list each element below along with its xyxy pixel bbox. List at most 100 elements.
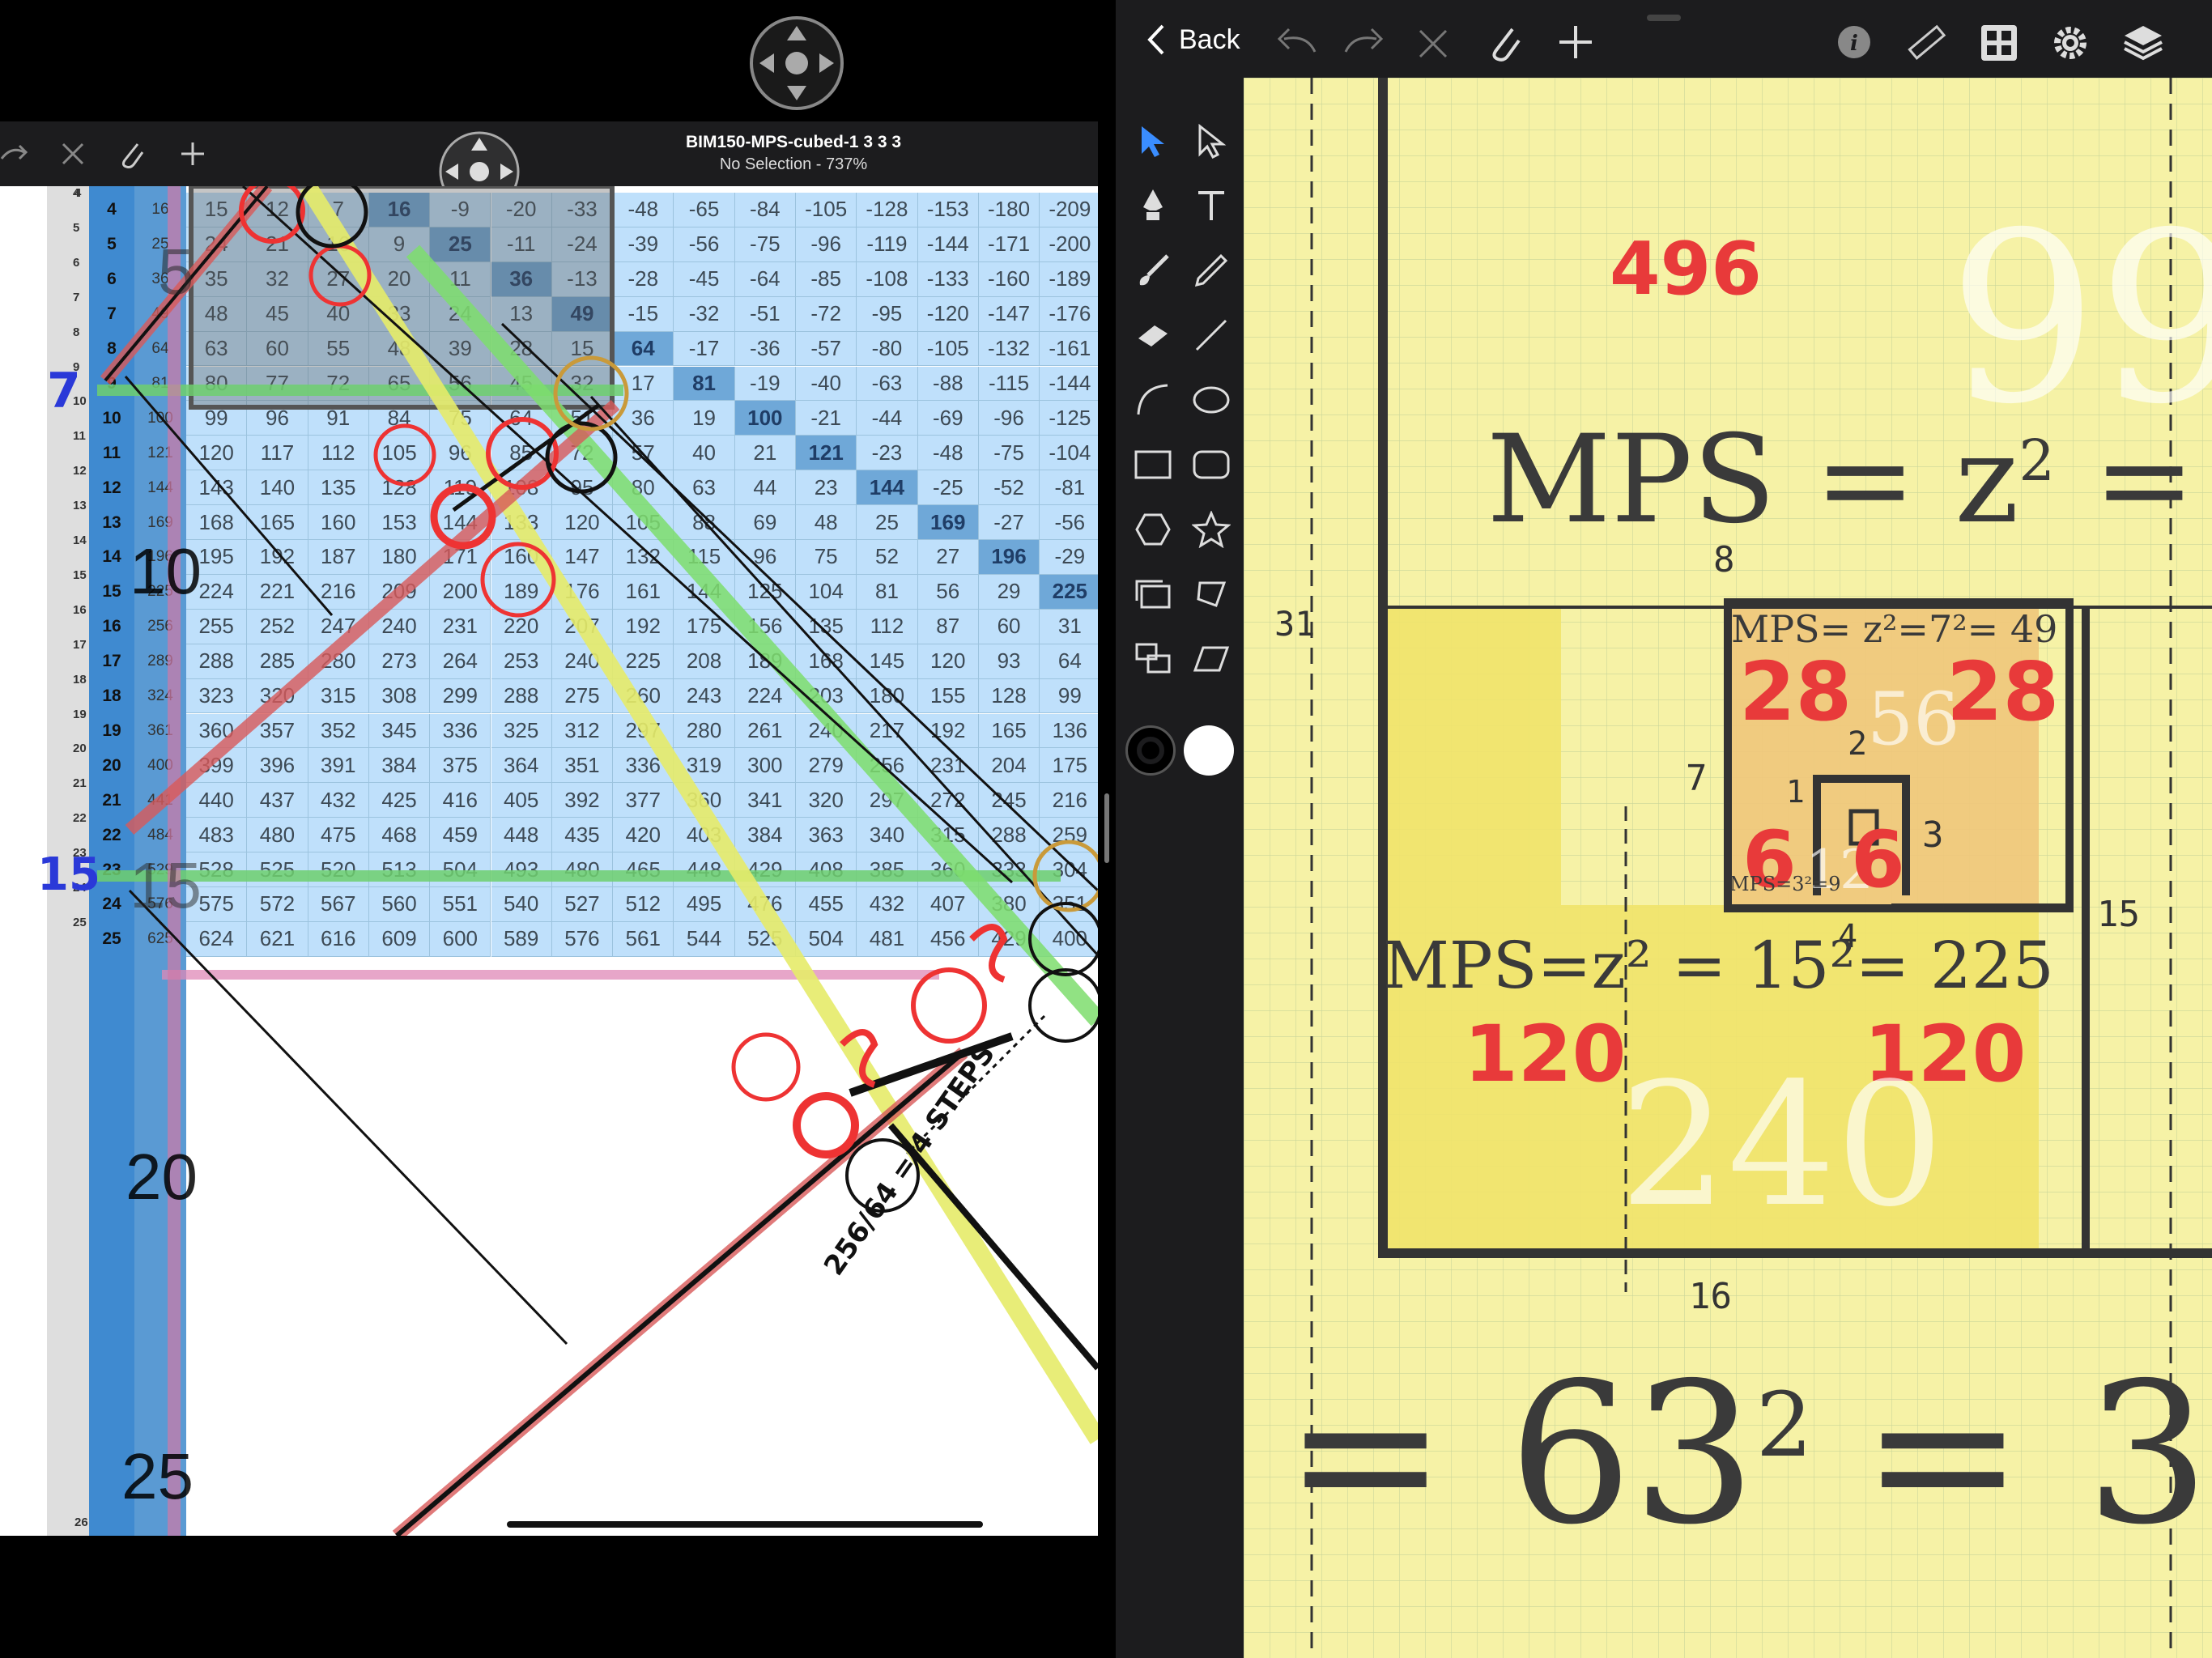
hand-31: 31	[1274, 604, 1316, 644]
lasso-icon	[1197, 581, 1227, 607]
ruler-icon[interactable]	[1906, 23, 1946, 63]
ellipse-tool[interactable]	[1185, 374, 1237, 426]
info-icon[interactable]: i	[1836, 24, 1872, 60]
tiny-mps-label: MPS=3²=9	[1729, 873, 1841, 895]
direct-select-icon	[1198, 123, 1227, 159]
arc-tool[interactable]	[1127, 374, 1179, 426]
red-circle	[480, 542, 556, 618]
red-circle	[793, 1092, 859, 1158]
eq-63-equation: = 632 = 3	[1284, 1341, 2210, 1567]
black-circle	[1028, 902, 1098, 976]
spreadsheet-grid[interactable]: 44161512716-9-20-33-48-65-84-105-128-153…	[0, 186, 1098, 1536]
ghost-240: 240	[1619, 1046, 1944, 1244]
stroke-inner	[1137, 737, 1164, 764]
eq-63-tail: = 3	[1861, 1341, 2210, 1567]
back-chevron-icon[interactable]	[1145, 23, 1166, 57]
hand-2: 2	[1848, 725, 1868, 763]
red-6-right: 6	[1851, 814, 1905, 905]
redo-icon[interactable]	[1342, 24, 1388, 57]
eraser-icon	[1138, 325, 1168, 346]
handwritten-15: 15	[37, 848, 100, 901]
direct-select-tool[interactable]	[1185, 115, 1237, 167]
rectangle-tool[interactable]	[1127, 439, 1179, 491]
pen-tool[interactable]	[1127, 180, 1179, 232]
split-divider[interactable]	[1098, 0, 1116, 1658]
mps-15-equation: MPS=z² = 15²= 225	[1383, 928, 2054, 1003]
star-icon	[1192, 511, 1231, 548]
drawing-canvas[interactable]: 992 496 MPS = z2 = 3 8 31 MPS= z²=7²= 49…	[1244, 78, 2212, 1658]
image-tool[interactable]	[1127, 568, 1179, 620]
home-indicator[interactable]	[507, 1521, 983, 1528]
rectangle-icon	[1134, 450, 1172, 479]
line-tool[interactable]	[1185, 309, 1237, 361]
left-app-window: BIM150-MPS-cubed-1 3 3 3 No Selection - …	[0, 0, 1098, 1658]
red-120-left: 120	[1464, 1009, 1627, 1099]
star-tool[interactable]	[1185, 504, 1237, 555]
arc-icon	[1137, 384, 1168, 415]
hand-8: 8	[1713, 539, 1735, 580]
text-tool[interactable]	[1185, 180, 1237, 232]
close-icon[interactable]	[1417, 28, 1449, 60]
split-handle[interactable]	[1104, 793, 1109, 863]
right-app-window: Back i 99 496 MPS = z2 = 8 31 MPS= z²=7²…	[1116, 0, 2212, 1658]
big-row-mark: 15	[130, 849, 202, 921]
shape-combine-tool[interactable]	[1127, 633, 1179, 685]
move-handle-icon[interactable]	[748, 15, 845, 112]
add-icon[interactable]	[178, 139, 207, 168]
grid-layout-icon[interactable]	[1979, 23, 2019, 63]
red-496: 496	[1610, 227, 1762, 312]
hand-16: 16	[1689, 1276, 1732, 1317]
stroke-color-swatch[interactable]	[1125, 725, 1176, 776]
layers-icon[interactable]	[2121, 23, 2165, 63]
undo-icon[interactable]	[1273, 24, 1318, 57]
multitask-dots[interactable]	[1647, 15, 1681, 21]
lasso-tool[interactable]	[1185, 568, 1237, 620]
yellow-diagonal	[300, 186, 1098, 1444]
red-28-right: 28	[1946, 644, 2060, 739]
paperclip-icon[interactable]	[1487, 23, 1524, 63]
hand-1: 1	[1786, 774, 1805, 810]
black-line-c	[128, 889, 568, 1346]
red-scribble-2	[969, 924, 1008, 983]
mps-equation: MPS = z2 = 3	[1487, 410, 2212, 551]
eraser-tool[interactable]	[1127, 309, 1179, 361]
image-stack-icon	[1135, 580, 1171, 609]
close-icon[interactable]	[58, 139, 87, 168]
red-circle	[373, 423, 436, 487]
paperclip-icon[interactable]	[115, 136, 147, 172]
brush-icon	[1139, 254, 1169, 286]
black-line-h	[500, 322, 1098, 892]
skew-tool[interactable]	[1185, 633, 1237, 685]
tool-sidebar	[1116, 78, 1244, 1658]
rounded-rect-icon	[1193, 450, 1230, 479]
big-row-mark: 25	[121, 1440, 194, 1512]
left-toolbar: BIM150-MPS-cubed-1 3 3 3 No Selection - …	[0, 121, 1098, 212]
combine-shapes-icon	[1135, 643, 1171, 674]
select-tool[interactable]	[1127, 115, 1179, 167]
selection-status: No Selection - 737%	[719, 155, 868, 173]
brush-tool[interactable]	[1127, 244, 1179, 296]
pencil-tool[interactable]	[1185, 244, 1237, 296]
rounded-rect-tool[interactable]	[1185, 439, 1237, 491]
add-icon[interactable]	[1558, 24, 1593, 60]
eq-63-text: = 63	[1284, 1341, 1756, 1567]
hand-7: 7	[1686, 758, 1708, 799]
gray-selection-box	[189, 186, 615, 410]
mps-text: MPS = z	[1487, 410, 2019, 551]
back-button[interactable]: Back	[1179, 24, 1240, 56]
gear-icon[interactable]	[2050, 23, 2091, 63]
big-row-mark: 20	[125, 1141, 198, 1213]
polygon-tool[interactable]	[1127, 504, 1179, 555]
hexagon-icon	[1135, 513, 1171, 546]
arrow-select-icon	[1142, 126, 1164, 157]
pen-nib-icon	[1143, 189, 1163, 220]
hand-3: 3	[1922, 814, 1944, 856]
redo-icon[interactable]	[0, 138, 32, 170]
big-row-mark: 5	[158, 236, 194, 308]
left-top-black	[0, 0, 1098, 121]
fill-color-swatch[interactable]	[1184, 725, 1234, 776]
eq-63-sup: 2	[1755, 1373, 1813, 1477]
parallelogram-icon	[1193, 646, 1230, 672]
big-row-mark: 10	[130, 535, 202, 607]
red-28-left: 28	[1739, 644, 1853, 739]
